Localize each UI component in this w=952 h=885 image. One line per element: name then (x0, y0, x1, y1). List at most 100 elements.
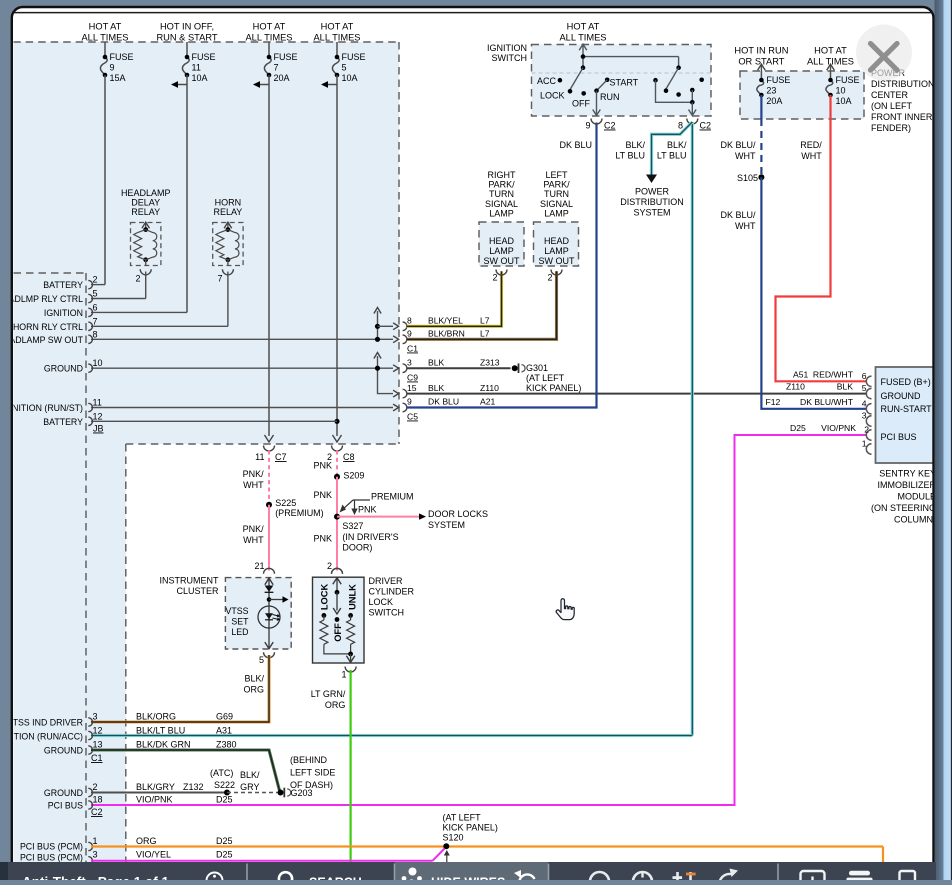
svg-text:Z380: Z380 (216, 740, 237, 750)
svg-text:1: 1 (341, 670, 346, 680)
svg-text:PREMIUM: PREMIUM (371, 492, 414, 502)
svg-text:8: 8 (407, 316, 412, 326)
svg-text:WHT: WHT (735, 151, 756, 161)
svg-text:10A: 10A (342, 73, 358, 83)
svg-text:GROUND: GROUND (44, 788, 83, 798)
svg-text:23: 23 (766, 86, 776, 96)
svg-text:(ON STEERING: (ON STEERING (871, 503, 936, 513)
svg-text:5: 5 (93, 289, 98, 299)
svg-text:GROUND: GROUND (881, 391, 921, 401)
svg-text:HOT AT: HOT AT (567, 22, 600, 32)
svg-text:RUN & START: RUN & START (156, 32, 217, 42)
svg-text:DOOR): DOOR) (342, 543, 372, 553)
svg-text:VIO/PNK: VIO/PNK (136, 795, 173, 805)
svg-text:OFF: OFF (572, 99, 590, 109)
svg-text:5: 5 (342, 63, 347, 73)
svg-text:7: 7 (93, 316, 98, 326)
svg-text:HOT AT: HOT AT (89, 22, 122, 32)
svg-text:DRIVER: DRIVER (369, 576, 404, 586)
svg-text:PCI BUS: PCI BUS (48, 801, 83, 811)
svg-text:GRY: GRY (240, 782, 259, 792)
svg-text:PNK: PNK (313, 490, 332, 500)
svg-text:D25: D25 (216, 850, 233, 860)
svg-text:12: 12 (93, 726, 103, 736)
svg-text:7: 7 (217, 274, 222, 284)
svg-text:PNK/: PNK/ (243, 469, 265, 479)
svg-text:LOCK: LOCK (540, 91, 565, 101)
svg-text:1: 1 (862, 439, 867, 449)
svg-text:BLK/ORG: BLK/ORG (136, 712, 176, 722)
svg-text:POWER: POWER (635, 187, 670, 197)
svg-text:A31: A31 (216, 726, 232, 736)
svg-text:HORN: HORN (215, 198, 242, 208)
svg-text:FUSED (B+): FUSED (B+) (881, 377, 931, 387)
svg-text:CLUSTER: CLUSTER (176, 586, 219, 596)
svg-text:WHT: WHT (801, 151, 822, 161)
svg-text:WHT: WHT (243, 480, 264, 490)
svg-text:3: 3 (862, 411, 867, 421)
svg-text:Z110: Z110 (786, 382, 805, 392)
svg-text:ACC: ACC (537, 76, 557, 86)
svg-text:C2: C2 (604, 121, 616, 131)
svg-text:JB: JB (93, 424, 104, 434)
svg-text:BLK/: BLK/ (667, 140, 687, 150)
svg-text:SIGNAL: SIGNAL (540, 199, 573, 209)
svg-text:PCI BUS (PCM): PCI BUS (PCM) (20, 853, 83, 863)
svg-text:G69: G69 (216, 712, 233, 722)
svg-text:G301: G301 (526, 363, 548, 373)
svg-text:20A: 20A (274, 73, 290, 83)
svg-text:ORG: ORG (325, 700, 346, 710)
svg-text:LAMP: LAMP (544, 246, 569, 256)
svg-text:RED/: RED/ (800, 140, 822, 150)
svg-text:DK BLU/WHT: DK BLU/WHT (800, 397, 854, 407)
svg-text:HOT IN RUN: HOT IN RUN (734, 46, 788, 56)
svg-text:LAMP: LAMP (489, 208, 514, 218)
svg-text:PNK/: PNK/ (243, 524, 265, 534)
svg-text:SET: SET (231, 617, 249, 627)
svg-text:BLK: BLK (837, 382, 854, 392)
svg-text:21: 21 (254, 561, 264, 571)
svg-text:C2: C2 (91, 807, 103, 817)
svg-text:10A: 10A (192, 73, 208, 83)
svg-text:PARK/: PARK/ (543, 180, 570, 190)
svg-text:3: 3 (407, 357, 412, 367)
svg-text:(AT LEFT: (AT LEFT (526, 373, 565, 383)
svg-text:IGNITION: IGNITION (44, 308, 83, 318)
svg-text:9: 9 (407, 397, 412, 407)
svg-text:OF DASH): OF DASH) (290, 780, 333, 790)
svg-text:L7: L7 (480, 316, 490, 326)
svg-text:8: 8 (678, 121, 683, 131)
svg-text:PNK: PNK (313, 461, 332, 471)
svg-text:3: 3 (93, 712, 98, 722)
svg-text:Z132: Z132 (183, 782, 204, 792)
svg-text:D25: D25 (216, 836, 233, 846)
svg-text:BLK/: BLK/ (625, 140, 645, 150)
svg-text:BLK/YEL: BLK/YEL (428, 316, 463, 326)
svg-text:UNLK: UNLK (348, 584, 358, 610)
svg-text:WHT: WHT (243, 535, 264, 545)
svg-text:PNK: PNK (313, 534, 332, 544)
svg-text:11: 11 (192, 63, 201, 73)
svg-text:TURN: TURN (489, 189, 514, 199)
svg-text:VTSS: VTSS (226, 606, 249, 616)
svg-text:HOT AT: HOT AT (253, 22, 286, 32)
svg-text:ALL TIMES: ALL TIMES (81, 32, 128, 42)
svg-text:HOT AT: HOT AT (814, 46, 847, 56)
svg-text:C1: C1 (91, 753, 103, 763)
svg-text:HEAD: HEAD (544, 236, 570, 246)
svg-text:6: 6 (93, 302, 98, 312)
svg-text:S120: S120 (443, 833, 464, 843)
svg-text:LED: LED (231, 627, 248, 637)
svg-text:C8: C8 (343, 452, 355, 462)
svg-text:9: 9 (110, 63, 115, 73)
svg-text:RIGHT: RIGHT (488, 170, 517, 180)
svg-text:TURN: TURN (544, 189, 569, 199)
svg-text:LT GRN/: LT GRN/ (311, 689, 346, 699)
svg-text:Z110: Z110 (480, 383, 499, 393)
svg-text:5: 5 (862, 383, 867, 393)
svg-text:ALL TIMES: ALL TIMES (559, 32, 606, 42)
svg-text:LAMP: LAMP (544, 208, 569, 218)
svg-text:A51: A51 (793, 369, 809, 379)
svg-text:BATTERY: BATTERY (43, 280, 83, 290)
svg-text:(PREMIUM): (PREMIUM) (275, 508, 324, 518)
